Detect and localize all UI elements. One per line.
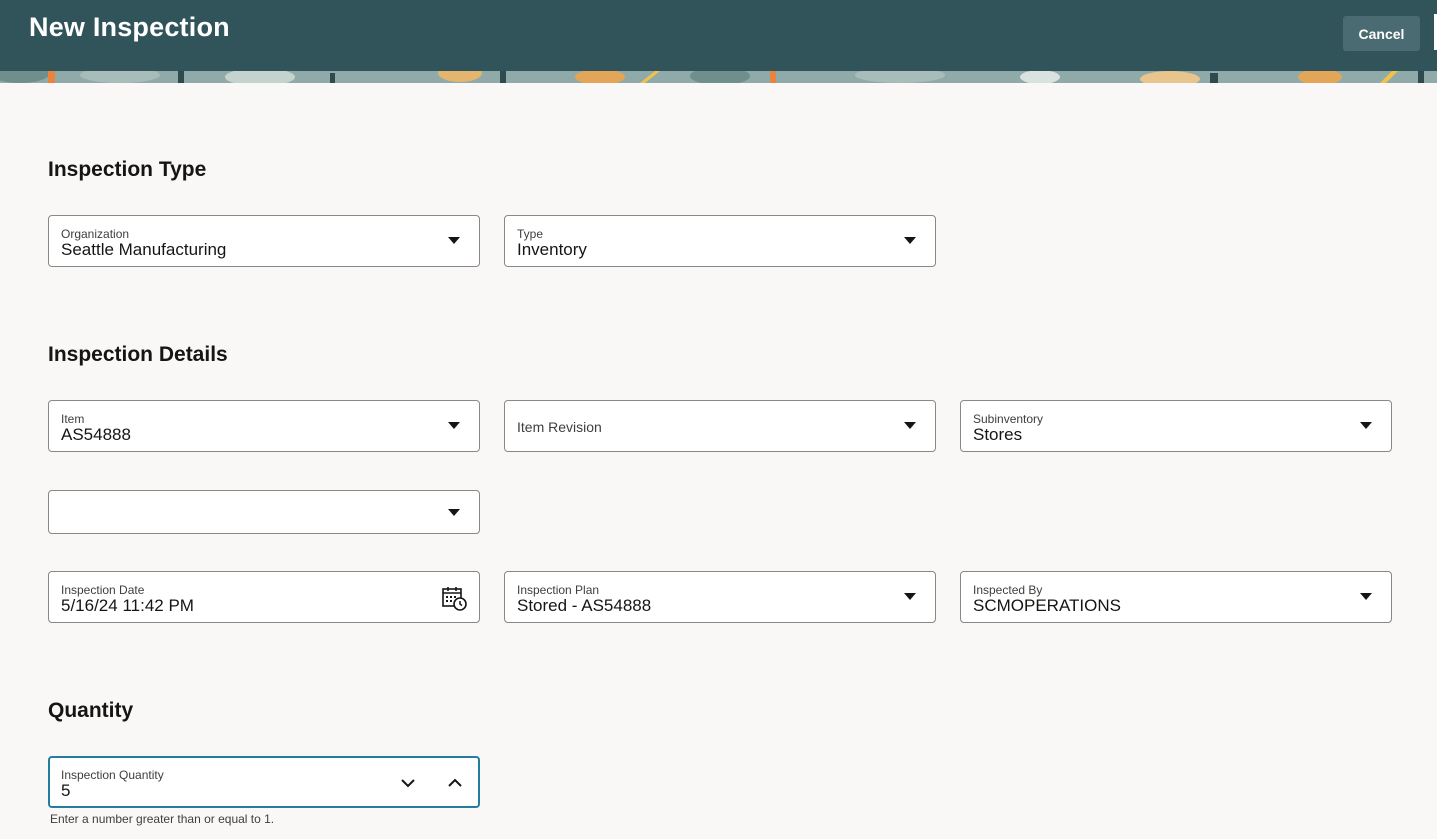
cancel-button[interactable]: Cancel — [1343, 16, 1420, 51]
inspection-date-value: 5/16/24 11:42 PM — [61, 596, 194, 615]
chevron-down-icon[interactable] — [448, 509, 460, 516]
chevron-down-icon[interactable] — [904, 593, 916, 600]
decrement-chevron-down-icon[interactable] — [399, 774, 417, 792]
inspection-date-field[interactable]: Inspection Date 5/16/24 11:42 PM — [48, 571, 480, 623]
inspected-by-label: Inspected By — [973, 583, 1043, 597]
item-value: AS54888 — [61, 425, 131, 444]
chevron-down-icon[interactable] — [448, 237, 460, 244]
inspection-quantity-input[interactable]: Inspection Quantity 5 — [48, 756, 480, 808]
section-title-inspection-type: Inspection Type — [48, 158, 207, 181]
inspection-date-label: Inspection Date — [61, 583, 145, 597]
chevron-down-icon[interactable] — [904, 422, 916, 429]
inspection-quantity-help-text: Enter a number greater than or equal to … — [50, 812, 275, 826]
inspected-by-select[interactable]: Inspected By SCMOPERATIONS — [960, 571, 1392, 623]
inspection-plan-value: Stored - AS54888 — [517, 596, 652, 615]
type-label: Type — [517, 227, 544, 241]
item-label: Item — [61, 412, 85, 426]
organization-value: Seattle Manufacturing — [61, 240, 227, 259]
type-value: Inventory — [517, 240, 587, 259]
inspection-quantity-label: Inspection Quantity — [61, 768, 164, 782]
subinventory-select[interactable]: Subinventory Stores — [960, 400, 1392, 452]
chevron-down-icon[interactable] — [904, 237, 916, 244]
chevron-down-icon[interactable] — [1360, 422, 1372, 429]
inspection-plan-select[interactable]: Inspection Plan Stored - AS54888 — [504, 571, 936, 623]
chevron-down-icon[interactable] — [1360, 593, 1372, 600]
item-revision-placeholder: Item Revision — [517, 419, 602, 435]
increment-chevron-up-icon[interactable] — [446, 774, 464, 792]
type-select[interactable]: Type Inventory — [504, 215, 936, 267]
inspected-by-value: SCMOPERATIONS — [973, 596, 1121, 615]
inspection-quantity-value[interactable]: 5 — [61, 781, 70, 801]
organization-label: Organization — [61, 227, 130, 241]
section-title-quantity: Quantity — [48, 699, 134, 722]
section-title-inspection-details: Inspection Details — [48, 343, 228, 366]
calendar-clock-icon[interactable] — [441, 585, 467, 611]
decorative-banner — [0, 71, 1437, 83]
chevron-down-icon[interactable] — [448, 422, 460, 429]
inspection-plan-label: Inspection Plan — [517, 583, 600, 597]
unlabeled-select[interactable] — [48, 490, 480, 534]
subinventory-label: Subinventory — [973, 412, 1044, 426]
item-select[interactable]: Item AS54888 — [48, 400, 480, 452]
organization-select[interactable]: Organization Seattle Manufacturing — [48, 215, 480, 267]
subinventory-value: Stores — [973, 425, 1023, 444]
page-title: New Inspection — [29, 12, 230, 42]
page-header: New Inspection Cancel — [0, 0, 1437, 71]
item-revision-select[interactable]: Item Revision — [504, 400, 936, 452]
